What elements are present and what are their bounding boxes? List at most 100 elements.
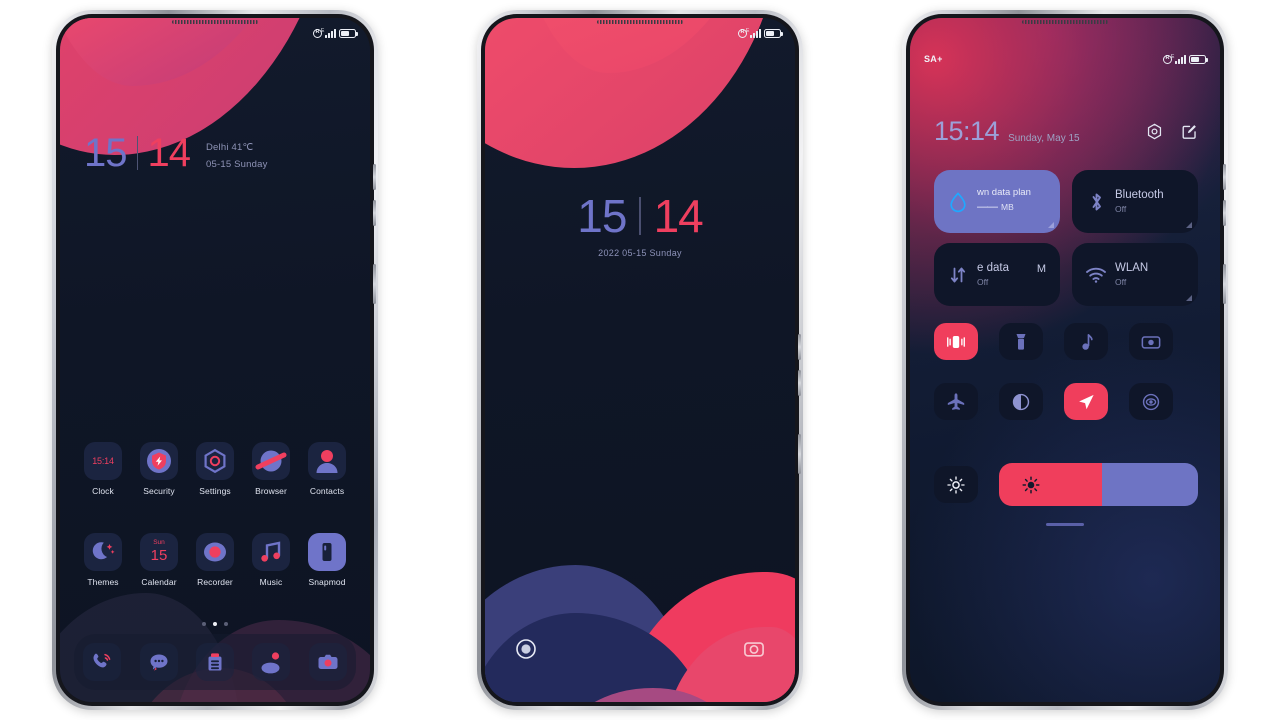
earpiece-speaker xyxy=(597,20,683,24)
tile-wlan[interactable]: WLAN Off xyxy=(1072,243,1198,306)
app-security[interactable]: Security xyxy=(132,442,186,496)
app-clock[interactable]: 15:14 Clock xyxy=(76,442,130,496)
power-button[interactable] xyxy=(798,434,801,474)
auto-brightness-icon[interactable] xyxy=(934,466,978,503)
tile-mobile-data[interactable]: e data Off M xyxy=(934,243,1060,306)
app-music[interactable]: Music xyxy=(244,533,298,587)
notes-clipboard-icon[interactable] xyxy=(195,643,234,681)
data-usage-dashes: —— xyxy=(977,201,998,214)
app-label: Browser xyxy=(255,486,287,496)
chat-bubble-icon[interactable] xyxy=(139,643,178,681)
wifi-icon xyxy=(1084,266,1108,284)
app-label: Recorder xyxy=(197,577,233,587)
tile-expand-corner[interactable] xyxy=(1186,295,1192,301)
app-snapmod[interactable]: Snapmod xyxy=(300,533,354,587)
bluetooth-icon xyxy=(1084,191,1108,213)
record-dot-icon xyxy=(196,533,234,571)
edit-icon[interactable] xyxy=(1181,123,1198,140)
eye-comfort-icon[interactable] xyxy=(1129,383,1173,420)
app-contacts[interactable]: Contacts xyxy=(300,442,354,496)
tile-expand-corner[interactable] xyxy=(1186,222,1192,228)
phone3-screen: SA+ R E 15:14 Sunday, May 15 wn data pla… xyxy=(910,18,1220,702)
settings-gear-icon[interactable] xyxy=(1146,123,1163,140)
clock-icon-time: 15:14 xyxy=(92,456,114,466)
app-browser[interactable]: Browser xyxy=(244,442,298,496)
tile-bluetooth[interactable]: Bluetooth Off xyxy=(1072,170,1198,233)
vibrate-icon[interactable] xyxy=(934,323,978,360)
panel-drag-handle[interactable] xyxy=(1046,523,1084,526)
app-settings[interactable]: Settings xyxy=(188,442,242,496)
calendar-icon: Sun 15 xyxy=(140,533,178,571)
brightness-slider[interactable] xyxy=(999,463,1198,506)
brightness-slider-fill xyxy=(999,463,1103,506)
shield-bolt-icon xyxy=(140,442,178,480)
cc-date-label: Sunday, May 15 xyxy=(1008,133,1080,144)
tile-title: wn data plan xyxy=(977,187,1031,199)
power-button[interactable] xyxy=(373,264,376,304)
control-center-header: 15:14 Sunday, May 15 xyxy=(934,118,1198,145)
data-drop-icon xyxy=(946,191,970,213)
moon-sparkle-icon xyxy=(84,533,122,571)
signal-bars-icon: E xyxy=(321,28,336,38)
signal-bars-icon: E xyxy=(746,28,761,38)
earpiece-speaker xyxy=(1022,20,1108,24)
power-button[interactable] xyxy=(1223,264,1226,304)
app-recorder[interactable]: Recorder xyxy=(188,533,242,587)
phone1-screen: R E 15 14 Delhi 41℃ 05-15 Sunday 15:14 C… xyxy=(60,18,370,702)
planet-icon xyxy=(252,442,290,480)
tile-sub: Off xyxy=(977,276,989,287)
phone-mockup-lock: R E 15 14 2022 05-15 Sunday xyxy=(477,10,803,710)
airplane-mode-icon[interactable] xyxy=(934,383,978,420)
quick-toggle-grid xyxy=(934,323,1198,443)
earpiece-speaker xyxy=(172,20,258,24)
date-label: 05-15 Sunday xyxy=(206,158,268,170)
lock-wallpaper xyxy=(485,18,795,702)
location-icon[interactable] xyxy=(1064,383,1108,420)
tile-data-plan[interactable]: wn data plan —— MB xyxy=(934,170,1060,233)
phone-handset-icon[interactable] xyxy=(83,643,122,681)
page-dot[interactable] xyxy=(202,622,206,626)
phone-bezel: SA+ R E 15:14 Sunday, May 15 wn data pla… xyxy=(906,14,1226,706)
camera-icon[interactable] xyxy=(743,638,765,660)
brightness-sun-icon xyxy=(1022,475,1040,494)
tile-title: e data xyxy=(977,261,1009,274)
app-label: Contacts xyxy=(309,486,345,496)
camera-icon[interactable] xyxy=(308,643,347,681)
music-note-icon xyxy=(252,533,290,571)
screenshot-camera-icon[interactable] xyxy=(1129,323,1173,360)
brightness-row xyxy=(934,463,1198,506)
status-bar: SA+ R E xyxy=(910,44,1220,74)
tile-title: WLAN xyxy=(1115,261,1149,274)
lock-clock-hours: 15 xyxy=(577,190,627,242)
app-label: Music xyxy=(259,577,283,587)
dark-mode-contrast-icon[interactable] xyxy=(999,383,1043,420)
volume-down-button[interactable] xyxy=(798,370,801,396)
app-grid-row-1: 15:14 Clock Security Settings Browser Co… xyxy=(76,442,354,496)
phone-frame-icon xyxy=(308,533,346,571)
app-calendar[interactable]: Sun 15 Calendar xyxy=(132,533,186,587)
tile-expand-corner[interactable] xyxy=(1048,222,1054,228)
volume-down-button[interactable] xyxy=(1223,200,1226,226)
ringtone-note-icon[interactable] xyxy=(1064,323,1108,360)
lock-clock-divider xyxy=(639,197,641,235)
contact-person-icon[interactable] xyxy=(252,643,291,681)
volume-up-button[interactable] xyxy=(798,334,801,360)
assistant-ring-icon[interactable] xyxy=(515,638,537,660)
battery-icon xyxy=(339,28,358,38)
page-dot-active[interactable] xyxy=(213,622,217,626)
app-themes[interactable]: Themes xyxy=(76,533,130,587)
app-label: Calendar xyxy=(141,577,177,587)
person-icon xyxy=(308,442,346,480)
home-clock-widget[interactable]: 15 14 Delhi 41℃ 05-15 Sunday xyxy=(84,133,268,173)
battery-icon xyxy=(1189,54,1208,64)
volume-down-button[interactable] xyxy=(373,200,376,226)
app-label: Security xyxy=(143,486,175,496)
volume-up-button[interactable] xyxy=(1223,164,1226,190)
flashlight-icon[interactable] xyxy=(999,323,1043,360)
volume-up-button[interactable] xyxy=(373,164,376,190)
hexagon-gear-icon xyxy=(196,442,234,480)
lock-date-label: 2022 05-15 Sunday xyxy=(598,248,682,258)
app-grid-row-2: Themes Sun 15 Calendar Recorder Music Sn… xyxy=(76,533,354,587)
clock-icon: 15:14 xyxy=(84,442,122,480)
page-dot[interactable] xyxy=(224,622,228,626)
